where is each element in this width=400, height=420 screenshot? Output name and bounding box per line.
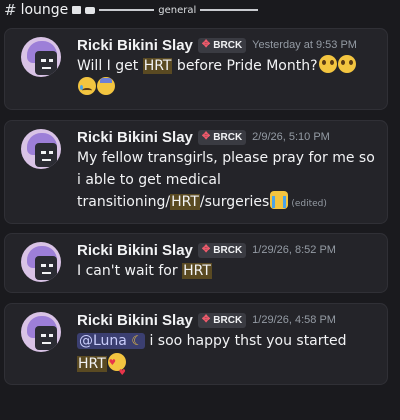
guild-tag[interactable]: ✥ BRCK: [197, 37, 247, 53]
guild-tag[interactable]: ✥ BRCK: [197, 242, 247, 258]
folder-icon[interactable]: [72, 6, 82, 14]
section-label: general: [158, 4, 197, 16]
guild-tag-icon: ✥: [201, 244, 211, 255]
pleading-face-icon[interactable]: [318, 55, 337, 73]
message-card: Ricki Bikini Slay ✥ BRCK 1/29/26, 8:52 PM…: [4, 233, 388, 293]
message-content: My fellow transgirls, please pray for me…: [77, 147, 377, 215]
keyword-highlight: HRT: [142, 58, 173, 74]
section-divider-left: [99, 9, 155, 11]
message-text: i soo happy thst you started: [145, 333, 347, 349]
message-header: Ricki Bikini Slay ✥ BRCK 2/9/26, 5:10 PM: [77, 127, 330, 147]
sad-but-relieved-face-icon[interactable]: [78, 77, 96, 95]
channel-header: # lounge general: [0, 0, 400, 20]
message-text: before Pride Month?: [172, 58, 318, 74]
guild-tag-label: BRCK: [213, 244, 243, 256]
loudly-crying-face-icon[interactable]: [270, 191, 289, 209]
timestamp: 1/29/26, 4:58 PM: [252, 314, 336, 326]
avatar[interactable]: [21, 312, 61, 352]
timestamp: 2/9/26, 5:10 PM: [252, 131, 330, 143]
avatar[interactable]: [21, 129, 61, 169]
username[interactable]: Ricki Bikini Slay: [77, 312, 193, 329]
avatar[interactable]: [21, 242, 61, 282]
crescent-moon-icon: ☾: [131, 334, 143, 349]
pleading-face-icon[interactable]: [337, 55, 356, 73]
keyword-highlight: HRT: [77, 356, 107, 372]
guild-tag-label: BRCK: [213, 131, 243, 143]
guild-tag-icon: ✥: [201, 131, 211, 142]
message-card: Ricki Bikini Slay ✥ BRCK 1/29/26, 4:58 PM…: [4, 303, 388, 385]
user-mention[interactable]: @Luna ☾: [77, 333, 145, 349]
username[interactable]: Ricki Bikini Slay: [77, 129, 193, 146]
username[interactable]: Ricki Bikini Slay: [77, 242, 193, 259]
message-card: Ricki Bikini Slay ✥ BRCK Yesterday at 9:5…: [4, 28, 388, 110]
message-header: Ricki Bikini Slay ✥ BRCK 1/29/26, 8:52 PM: [77, 240, 336, 260]
chat-icon[interactable]: [85, 6, 96, 14]
guild-tag[interactable]: ✥ BRCK: [197, 312, 247, 328]
avatar[interactable]: [21, 37, 61, 77]
section-divider-right: [200, 9, 259, 11]
guild-tag-icon: ✥: [201, 39, 211, 50]
keyword-highlight: HRT: [182, 263, 212, 279]
message-text: I can't wait for: [77, 263, 183, 279]
message-header: Ricki Bikini Slay ✥ BRCK Yesterday at 9:5…: [77, 35, 357, 55]
timestamp: Yesterday at 9:53 PM: [252, 39, 357, 51]
username[interactable]: Ricki Bikini Slay: [77, 37, 193, 54]
message-content: @Luna ☾ i soo happy thst you started HRT: [77, 330, 377, 384]
downcast-face-with-sweat-icon[interactable]: [97, 77, 115, 95]
message-header: Ricki Bikini Slay ✥ BRCK 1/29/26, 4:58 PM: [77, 310, 336, 330]
smiling-face-with-hearts-icon[interactable]: [107, 352, 126, 384]
message-text: /surgeries: [199, 194, 270, 210]
message-text: Will I get: [77, 58, 143, 74]
channel-name[interactable]: lounge: [21, 2, 69, 18]
channel-hash-icon: #: [4, 1, 17, 19]
message-content: I can't wait for HRT: [77, 260, 377, 282]
edited-label: (edited): [291, 199, 327, 209]
message-content: Will I get HRT before Pride Month?: [77, 55, 377, 99]
guild-tag-icon: ✥: [201, 314, 211, 325]
guild-tag-label: BRCK: [213, 314, 243, 326]
guild-tag[interactable]: ✥ BRCK: [197, 129, 247, 145]
message-card: Ricki Bikini Slay ✥ BRCK 2/9/26, 5:10 PM …: [4, 120, 388, 224]
mention-label: @Luna: [79, 333, 127, 349]
keyword-highlight: HRT: [170, 194, 200, 210]
guild-tag-label: BRCK: [213, 39, 243, 51]
timestamp: 1/29/26, 8:52 PM: [252, 244, 336, 256]
